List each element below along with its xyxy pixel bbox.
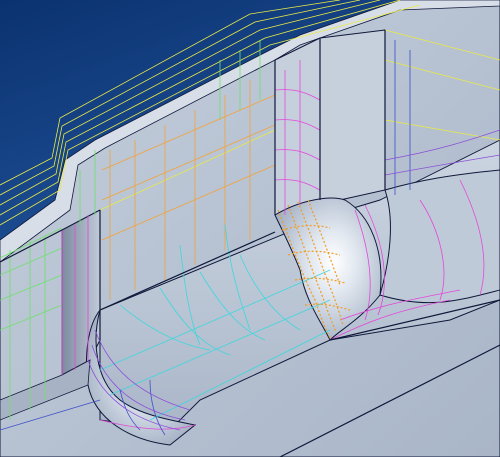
- model-canvas[interactable]: [0, 0, 500, 457]
- cad-3d-viewport[interactable]: [0, 0, 500, 457]
- rear-rib[interactable]: [274, 29, 386, 216]
- channel-right-end[interactable]: [379, 169, 500, 304]
